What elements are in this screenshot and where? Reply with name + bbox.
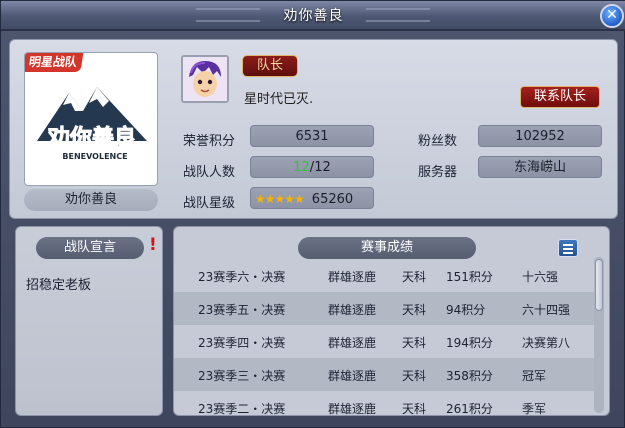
logo-text: 劝你善良 [47,125,136,151]
records-title: 赛事成绩 [298,237,476,259]
scrollbar-thumb[interactable] [595,259,603,311]
declaration-text: 招稳定老板 [26,278,92,293]
record-mode: 群雄逐鹿 [328,369,377,383]
star-team-tag: 明星战队 [25,53,84,72]
record-season: 23赛季三・决赛 [198,369,286,383]
record-points: 261积分 [446,402,493,416]
record-points: 94积分 [446,303,486,317]
avatar-face-icon [183,57,227,101]
honor-points-label: 荣誉积分 [183,134,236,149]
team-declaration-panel: 战队宣言 ! 招稳定老板 [15,226,163,416]
star-icon: ★★★★★ [255,192,305,206]
server-value: 东海崂山 [478,156,602,178]
exclamation-icon[interactable]: ! [149,235,157,255]
record-server: 天科 [402,303,427,317]
title-bar: 劝你善良 ✕ [1,1,625,31]
record-rank: 季军 [522,402,547,416]
members-current: 12 [293,160,310,175]
team-star-number: 65260 [311,192,354,207]
fans-value: 102952 [478,125,602,147]
team-name-caption: 劝你善良 [24,189,158,211]
members-max: 12 [314,160,331,175]
record-season: 23赛季四・决赛 [198,336,286,350]
record-row: 23赛季二・决赛 群雄逐鹿 天科 261积分 季军 [174,391,594,416]
logo-subtext: BENEVOLENCE [62,152,127,161]
close-icon[interactable]: ✕ [600,4,624,28]
members-label: 战队人数 [183,165,236,180]
record-points: 358积分 [446,369,493,383]
record-mode: 群雄逐鹿 [328,303,377,317]
honor-points-value: 6531 [250,125,374,147]
record-season: 23赛季六・决赛 [198,270,286,284]
record-mode: 群雄逐鹿 [328,270,377,284]
team-star-label: 战队星级 [183,196,236,211]
record-rank: 十六强 [522,270,559,284]
captain-badge: 队长 [242,55,298,77]
record-rank: 六十四强 [522,303,571,317]
record-row: 23赛季六・决赛 群雄逐鹿 天科 151积分 十六强 [174,259,594,292]
record-server: 天科 [402,369,427,383]
record-server: 天科 [402,270,427,284]
match-records-panel: 赛事成绩 23赛季六・决赛 群雄逐鹿 天科 151积分 十六强 23赛季五・决赛 群雄逐鹿天… [173,226,610,416]
team-star-value: ★★★★★ 65260 [250,187,374,209]
record-row: 23赛季四・决赛 群雄逐鹿 天科 194积分 决赛第八 [174,325,594,358]
server-label: 服务器 [418,165,458,180]
members-value: 12/12 [250,156,374,178]
team-info-panel: 劝你善良 BENEVOLENCE 明星战队 劝你善良 队长 星时代已灭. 联系队… [9,39,618,219]
record-points: 151积分 [446,270,493,284]
team-window: 劝你善良 ✕ 劝你善良 BENEVOLENCE 明星战队 劝你善良 队长 星时代… [0,0,625,428]
record-points: 194积分 [446,336,493,350]
logo-mountain-graphic: 劝你善良 BENEVOLENCE [37,87,147,161]
captain-motto: 星时代已灭. [244,92,314,107]
fans-label: 粉丝数 [418,134,458,149]
team-logo: 劝你善良 BENEVOLENCE 明星战队 [24,52,158,186]
record-server: 天科 [402,402,427,416]
declaration-title: 战队宣言 [36,237,144,259]
window-title: 劝你善良 [283,8,344,24]
menu-icon[interactable] [558,239,578,257]
contact-captain-button[interactable]: 联系队长 [520,86,600,108]
record-row: 23赛季三・决赛 群雄逐鹿 天科 358积分 冠军 [174,358,594,391]
record-rank: 冠军 [522,369,547,383]
captain-avatar[interactable] [181,55,229,103]
record-rank: 决赛第八 [522,336,571,350]
record-server: 天科 [402,336,427,350]
record-row: 23赛季五・决赛 群雄逐鹿 天科 94积分 六十四强 [174,292,594,325]
records-scrollbar[interactable] [594,257,604,413]
record-mode: 群雄逐鹿 [328,336,377,350]
record-mode: 群雄逐鹿 [328,402,377,416]
record-season: 23赛季二・决赛 [198,402,286,416]
record-season: 23赛季五・决赛 [198,303,286,317]
records-list: 23赛季六・决赛 群雄逐鹿 天科 151积分 十六强 23赛季五・决赛 群雄逐鹿 天科 94积分… [174,259,594,416]
